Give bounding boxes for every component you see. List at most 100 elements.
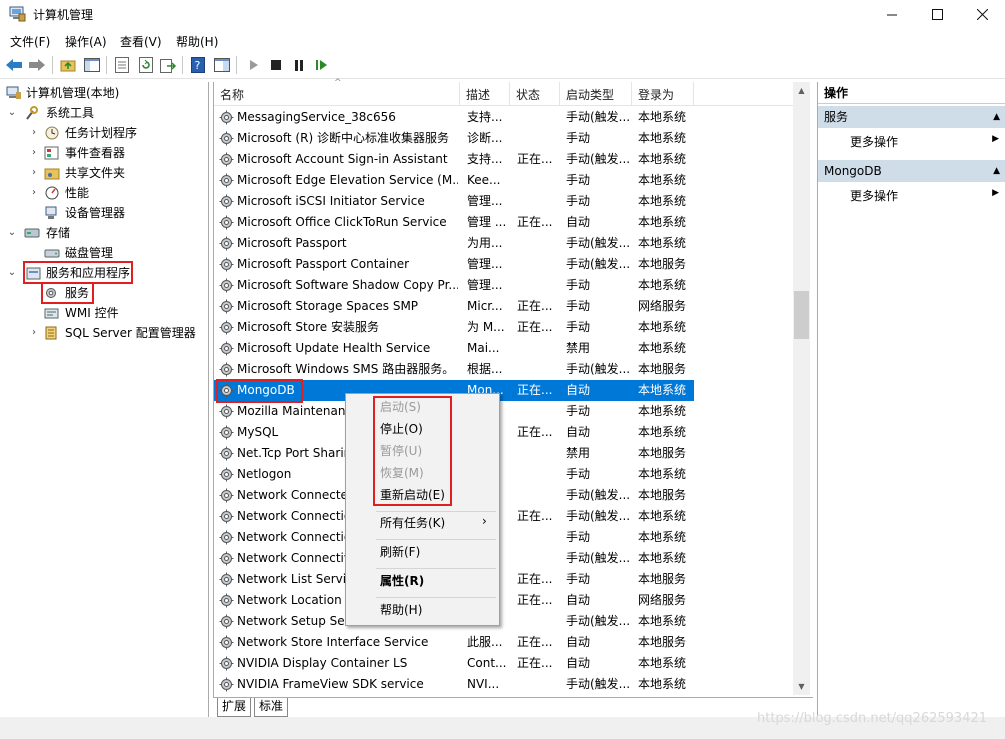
cell-desc: 支持... <box>467 110 503 124</box>
tree-label: 存储 <box>46 226 71 240</box>
storage-icon <box>24 228 40 238</box>
highlight-box <box>41 282 94 304</box>
table-row[interactable]: Microsoft Update Health Service Mai... 禁用 本… <box>214 338 694 359</box>
actions-group-mongodb[interactable]: MongoDB ▲ <box>818 160 1005 182</box>
properties-sheet-icon <box>115 57 129 73</box>
minimize-button[interactable] <box>869 0 915 29</box>
cell-desc: Micr... <box>467 299 503 313</box>
tab-standard[interactable]: 标准 <box>254 698 289 717</box>
cell-name: Microsoft Software Shadow Copy Pr... <box>237 278 458 292</box>
cell-startup: 手动 <box>566 173 591 187</box>
table-row[interactable]: Microsoft Software Shadow Copy Pr... 管理..… <box>214 275 694 296</box>
actions-group-services[interactable]: 服务 ▲ <box>818 106 1005 128</box>
menu-action[interactable]: 操作(A) <box>65 33 107 50</box>
stop-service-button[interactable] <box>266 55 286 75</box>
cell-logon: 本地系统 <box>638 530 687 544</box>
menu-separator <box>376 597 496 598</box>
table-row[interactable]: Microsoft iSCSI Initiator Service 管理... 手动… <box>214 191 694 212</box>
cell-startup: 手动(触发... <box>566 551 631 565</box>
menu-view[interactable]: 查看(V) <box>120 33 162 50</box>
menu-help[interactable]: 帮助(H) <box>176 33 218 50</box>
tree-label: 磁盘管理 <box>65 246 114 260</box>
cell-desc: 管理... <box>467 278 503 292</box>
show-action-pane-button[interactable] <box>212 55 232 75</box>
more-actions-services[interactable]: 更多操作 <box>850 132 1000 152</box>
table-row[interactable]: NVIDIA Display Container LS Cont... 正在... 自… <box>214 653 694 674</box>
column-logon-as[interactable]: 登录为 <box>632 82 694 106</box>
submenu-arrow-icon: ▶ <box>992 134 999 144</box>
restart-service-button[interactable] <box>312 55 332 75</box>
cell-startup: 禁用 <box>566 341 591 355</box>
column-status[interactable]: 状态 <box>510 82 560 106</box>
vertical-scrollbar[interactable]: ▲ ▼ <box>793 82 810 695</box>
menu-file[interactable]: 文件(F) <box>10 33 50 50</box>
cell-logon: 本地系统 <box>638 614 687 628</box>
table-row[interactable]: Microsoft Passport 为用... 手动(触发... 本地系统 <box>214 233 694 254</box>
table-row[interactable]: Microsoft Passport Container 管理... 手动(触发..… <box>214 254 694 275</box>
tools-icon <box>26 106 38 120</box>
menu-item-properties[interactable]: 属性(R) <box>380 571 424 591</box>
column-startup-type[interactable]: 启动类型 <box>560 82 632 106</box>
table-row[interactable]: MessagingService_38c656 支持... 手动(触发... 本地系统 <box>214 107 694 128</box>
cell-desc: 管理... <box>467 194 503 208</box>
cell-desc: 为用... <box>467 236 503 250</box>
gear-icon <box>219 110 234 125</box>
help-toolbar-button[interactable]: ? <box>188 55 208 75</box>
window-title: 计算机管理 <box>33 8 94 22</box>
forward-button[interactable] <box>27 55 47 75</box>
back-button[interactable] <box>4 55 24 75</box>
show-hide-tree-button[interactable] <box>82 55 102 75</box>
scroll-down-icon[interactable]: ▼ <box>793 678 810 695</box>
cell-startup: 自动 <box>566 593 591 607</box>
gear-icon <box>219 362 234 377</box>
maximize-button[interactable] <box>914 0 960 29</box>
table-row[interactable]: Microsoft Windows SMS 路由器服务。 根据... 手动(触发..… <box>214 359 694 380</box>
cell-name: Microsoft Account Sign-in Assistant <box>237 152 448 166</box>
table-row[interactable]: Microsoft (R) 诊断中心标准收集器服务 诊断... 手动 本地系统 <box>214 128 694 149</box>
toolbar-separator <box>236 56 237 74</box>
cell-startup: 手动 <box>566 404 591 418</box>
table-row[interactable]: Microsoft Edge Elevation Service (M... Ke… <box>214 170 694 191</box>
menu-item-all-tasks[interactable]: 所有任务(K) <box>380 513 445 533</box>
gear-icon <box>219 215 234 230</box>
scroll-up-icon[interactable]: ▲ <box>793 82 810 99</box>
back-arrow-icon <box>6 59 22 71</box>
column-name[interactable]: 名称 <box>214 82 460 106</box>
up-folder-button[interactable] <box>58 55 78 75</box>
column-description[interactable]: 描述 <box>460 82 510 106</box>
start-service-button[interactable] <box>244 55 264 75</box>
cell-status: 正在... <box>517 635 553 649</box>
table-row[interactable]: Network Store Interface Service 此服... 正在..… <box>214 632 694 653</box>
tab-extended[interactable]: 扩展 <box>217 698 252 717</box>
gear-icon <box>219 509 234 524</box>
close-button[interactable] <box>959 0 1005 29</box>
cell-logon: 本地系统 <box>638 110 687 124</box>
table-row[interactable]: Microsoft Store 安装服务 为 M... 正在... 手动 本地系统 <box>214 317 694 338</box>
gear-icon <box>219 131 234 146</box>
more-actions-mongodb[interactable]: 更多操作 <box>850 186 1000 206</box>
menu-item-refresh[interactable]: 刷新(F) <box>380 542 420 562</box>
pause-service-button[interactable] <box>289 55 309 75</box>
gear-icon <box>219 530 234 545</box>
export-list-button[interactable] <box>158 55 178 75</box>
properties-toolbar-button[interactable] <box>112 55 132 75</box>
cell-logon: 本地服务 <box>638 257 687 271</box>
table-row[interactable]: Microsoft Account Sign-in Assistant 支持...… <box>214 149 694 170</box>
help-icon: ? <box>191 57 205 73</box>
more-actions-label: 更多操作 <box>850 135 899 149</box>
refresh-toolbar-button[interactable] <box>136 55 156 75</box>
menu-item-help[interactable]: 帮助(H) <box>380 600 422 620</box>
table-row[interactable]: Microsoft Office ClickToRun Service 管理 ..… <box>214 212 694 233</box>
shared-folder-icon <box>44 168 60 180</box>
gear-icon <box>219 173 234 188</box>
highlight-box <box>216 379 303 403</box>
console-tree-icon <box>84 58 100 72</box>
table-row[interactable]: NVIDIA FrameView SDK service NVI... 手动(触发.… <box>214 674 694 695</box>
tree-label: 计算机管理(本地) <box>26 86 120 100</box>
cell-startup: 禁用 <box>566 446 591 460</box>
cell-startup: 自动 <box>566 215 591 229</box>
gear-icon <box>219 299 234 314</box>
scrollbar-thumb[interactable] <box>794 291 809 339</box>
table-row[interactable]: Microsoft Storage Spaces SMP Micr... 正在...… <box>214 296 694 317</box>
cell-status: 正在... <box>517 425 553 439</box>
